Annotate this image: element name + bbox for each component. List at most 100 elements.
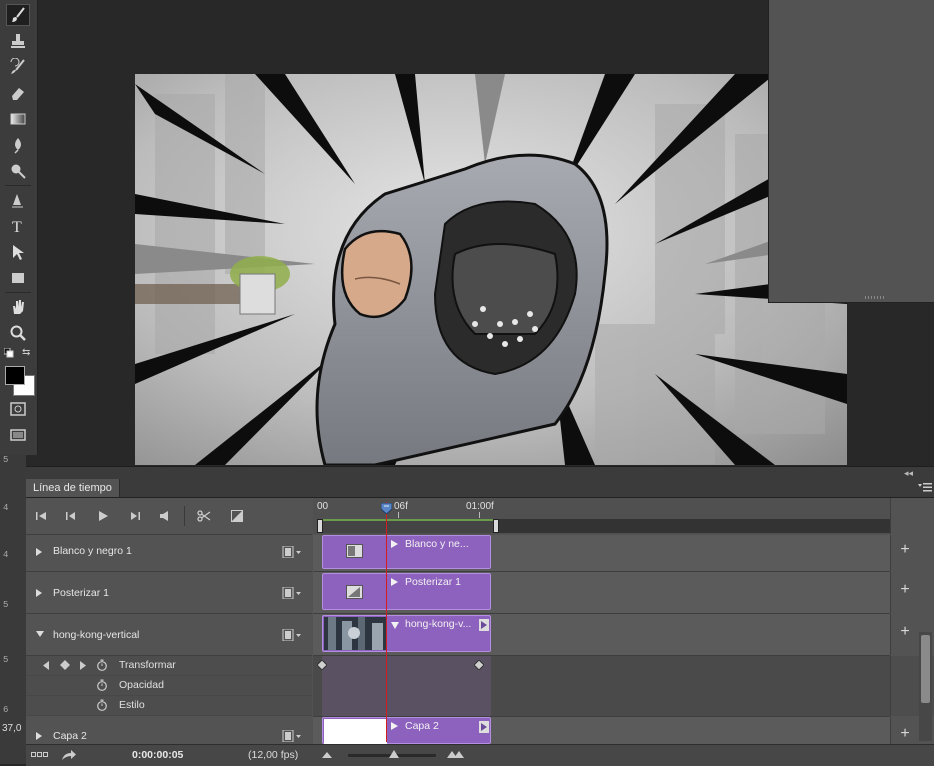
scrollbar-thumb[interactable] bbox=[921, 635, 930, 703]
zoom-level[interactable]: 37,0 bbox=[2, 723, 22, 734]
ruler-number: 5 bbox=[3, 655, 9, 665]
film-strip-icon[interactable] bbox=[282, 587, 302, 599]
clip-label: Capa 2 bbox=[405, 720, 439, 732]
go-to-first-frame-icon[interactable] bbox=[33, 508, 49, 524]
render-video-icon[interactable] bbox=[61, 749, 77, 761]
property-row-estilo[interactable]: Estilo bbox=[26, 696, 312, 716]
add-media-icon[interactable]: + bbox=[898, 581, 912, 599]
clip-hong-kong-vertical[interactable]: hong-kong-v... bbox=[322, 615, 491, 652]
previous-keyframe-icon[interactable] bbox=[42, 661, 50, 670]
next-keyframe-icon[interactable] bbox=[79, 661, 87, 670]
panel-menu-icon[interactable] bbox=[918, 482, 932, 492]
previous-frame-icon[interactable] bbox=[63, 508, 79, 524]
tools-panel: T ⇆ bbox=[0, 0, 38, 455]
quick-mask-icon[interactable] bbox=[6, 398, 30, 420]
transport-controls bbox=[26, 498, 312, 535]
property-track-range bbox=[322, 656, 491, 716]
work-area-bar[interactable] bbox=[317, 519, 890, 533]
rectangle-icon[interactable] bbox=[6, 267, 30, 289]
stopwatch-icon[interactable] bbox=[96, 659, 108, 671]
panel-resize-grip[interactable] bbox=[865, 296, 885, 299]
split-at-playhead-icon[interactable] bbox=[196, 508, 212, 524]
layer-row-posterizar[interactable]: Posterizar 1 bbox=[26, 572, 312, 614]
layer-name: Capa 2 bbox=[53, 730, 87, 742]
stopwatch-icon[interactable] bbox=[96, 679, 108, 691]
zoom-slider-thumb[interactable] bbox=[389, 750, 399, 760]
work-area-end-handle[interactable] bbox=[493, 519, 499, 533]
layer-name: Blanco y negro 1 bbox=[53, 545, 132, 557]
next-frame-icon[interactable] bbox=[127, 508, 143, 524]
pen-icon[interactable] bbox=[6, 189, 30, 211]
play-icon[interactable] bbox=[95, 508, 111, 524]
blur-icon[interactable] bbox=[6, 134, 30, 156]
ruler-number: 6 bbox=[3, 705, 9, 715]
stopwatch-icon[interactable] bbox=[96, 699, 108, 711]
convert-to-frame-animation-icon[interactable] bbox=[31, 751, 49, 759]
ruler-number: 4 bbox=[3, 503, 9, 513]
svg-text:T: T bbox=[12, 219, 22, 235]
audio-icon[interactable] bbox=[157, 508, 173, 524]
timeline-status-bar: 0:00:00:05 (12,00 fps) bbox=[26, 744, 934, 766]
layer-row-hong-kong-vertical[interactable]: hong-kong-vertical bbox=[26, 614, 312, 656]
zoom-icon[interactable] bbox=[6, 322, 30, 344]
ruler-label-00: 00 bbox=[317, 501, 329, 512]
hand-icon[interactable] bbox=[6, 296, 30, 318]
property-row-transformar[interactable]: Transformar bbox=[26, 656, 312, 676]
film-strip-icon[interactable] bbox=[282, 546, 302, 558]
clone-stamp-icon[interactable] bbox=[6, 30, 30, 52]
keyframe-start-icon[interactable] bbox=[317, 660, 327, 670]
swap-colors-icon[interactable]: ⇆ bbox=[22, 347, 32, 358]
collapse-arrow-icon[interactable] bbox=[35, 630, 45, 638]
work-area-range[interactable] bbox=[319, 519, 495, 533]
eraser-icon[interactable] bbox=[6, 82, 30, 104]
expand-arrow-icon[interactable] bbox=[35, 731, 43, 741]
layer-row-blanco-y-negro[interactable]: Blanco y negro 1 bbox=[26, 535, 312, 572]
playhead-handle[interactable] bbox=[381, 503, 392, 514]
add-media-icon[interactable]: + bbox=[898, 541, 912, 559]
playhead-line[interactable] bbox=[386, 502, 387, 742]
add-media-icon[interactable]: + bbox=[898, 623, 912, 641]
collapse-panel-icon[interactable]: ◂◂ bbox=[904, 468, 913, 479]
current-time[interactable]: 0:00:00:05 bbox=[132, 749, 183, 761]
layer-row-capa-2[interactable]: Capa 2 bbox=[26, 717, 312, 745]
tab-timeline[interactable]: Línea de tiempo bbox=[26, 479, 120, 497]
history-brush-icon[interactable] bbox=[6, 56, 30, 78]
zoom-out-icon[interactable] bbox=[322, 751, 332, 759]
document-canvas[interactable] bbox=[135, 74, 847, 465]
add-media-icon[interactable]: + bbox=[898, 725, 912, 743]
clip-end-marker-icon[interactable] bbox=[479, 619, 489, 631]
clip-collapse-icon[interactable] bbox=[391, 622, 399, 629]
clip-capa-2[interactable]: Capa 2 bbox=[322, 717, 491, 744]
time-ruler[interactable]: 00 06f 01:00f bbox=[313, 498, 890, 534]
layer-name: Posterizar 1 bbox=[53, 587, 110, 599]
screen-mode-icon[interactable] bbox=[6, 424, 30, 446]
vertical-ruler: 5 4 4 5 5 6 bbox=[0, 455, 26, 764]
dodge-icon[interactable] bbox=[6, 160, 30, 182]
path-selection-icon[interactable] bbox=[6, 241, 30, 263]
clip-expand-icon[interactable] bbox=[391, 722, 398, 730]
brush-icon[interactable] bbox=[6, 4, 30, 26]
foreground-color-swatch[interactable] bbox=[5, 366, 25, 385]
timeline-scrollbar[interactable] bbox=[919, 632, 932, 741]
expand-arrow-icon[interactable] bbox=[35, 588, 43, 598]
add-keyframe-icon[interactable] bbox=[60, 660, 70, 670]
default-colors-icon[interactable] bbox=[3, 347, 14, 358]
transition-icon[interactable] bbox=[229, 508, 245, 524]
zoom-in-icon[interactable] bbox=[447, 749, 465, 759]
clip-end-marker-icon[interactable] bbox=[479, 721, 489, 733]
film-strip-icon[interactable] bbox=[282, 629, 302, 641]
property-row-opacidad[interactable]: Opacidad bbox=[26, 676, 312, 696]
film-strip-icon[interactable] bbox=[282, 730, 302, 742]
clip-expand-icon[interactable] bbox=[391, 540, 398, 548]
type-icon[interactable]: T bbox=[6, 215, 30, 237]
expand-arrow-icon[interactable] bbox=[35, 547, 43, 557]
property-label: Estilo bbox=[119, 699, 145, 711]
clip-expand-icon[interactable] bbox=[391, 578, 398, 586]
gradient-icon[interactable] bbox=[6, 108, 30, 130]
timeline-header-bar: ◂◂ bbox=[26, 467, 934, 479]
clip-blanco-y-negro[interactable]: Blanco y ne... bbox=[322, 535, 491, 569]
ruler-number: 4 bbox=[3, 550, 9, 560]
keyframe-end-icon[interactable] bbox=[474, 660, 484, 670]
clip-posterizar[interactable]: Posterizar 1 bbox=[322, 573, 491, 610]
work-area-start-handle[interactable] bbox=[317, 519, 323, 533]
